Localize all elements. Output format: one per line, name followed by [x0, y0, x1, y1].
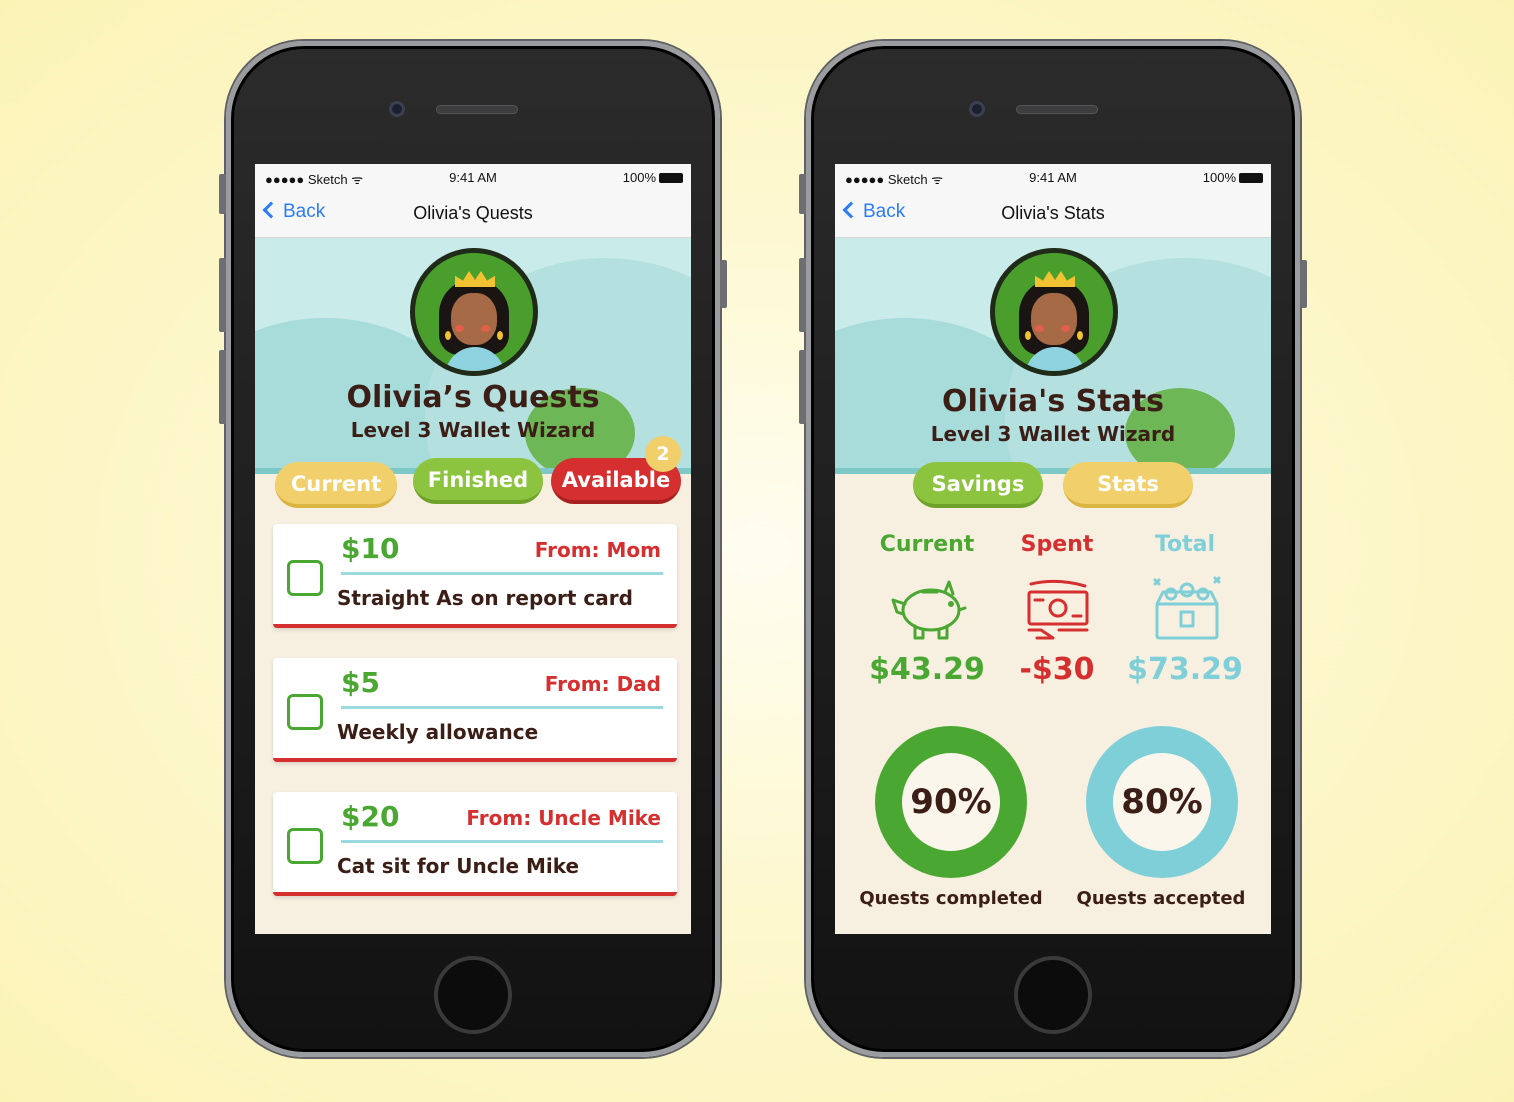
available-count-badge: 2	[645, 436, 681, 472]
volume-up-button	[219, 258, 226, 332]
power-button	[720, 260, 727, 308]
piggy-bank-icon	[891, 580, 967, 640]
quest-card[interactable]: $5 From: Dad Weekly allowance	[273, 658, 677, 762]
tab-current[interactable]: Current	[275, 462, 397, 508]
earpiece-speaker	[436, 105, 518, 114]
page-subtitle: Level 3 Wallet Wizard	[350, 418, 596, 442]
quest-card[interactable]: $20 From: Uncle Mike Cat sit for Uncle M…	[273, 792, 677, 896]
stat-label-spent: Spent	[1020, 532, 1094, 557]
quest-from: From: Mom	[534, 538, 661, 562]
stat-value-current: $43.29	[869, 652, 985, 687]
nav-bar: Back Olivia's Stats	[835, 190, 1271, 238]
home-button[interactable]	[1014, 956, 1092, 1034]
front-camera	[969, 101, 985, 117]
stat-value-total: $73.29	[1127, 652, 1243, 687]
stats-screen: ●●●●● Sketch ᯤ 9:41 AM 100% Back Olivia'…	[835, 164, 1271, 934]
status-bar: ●●●●● Sketch ᯤ 9:41 AM 100%	[255, 164, 691, 190]
quest-amount: $20	[341, 800, 400, 833]
quest-from: From: Uncle Mike	[466, 806, 661, 830]
quest-amount: $5	[341, 666, 380, 699]
quest-description: Straight As on report card	[337, 586, 633, 610]
home-button[interactable]	[434, 956, 512, 1034]
quest-amount: $10	[341, 532, 400, 565]
quest-from: From: Dad	[544, 672, 661, 696]
quest-description: Weekly allowance	[337, 720, 539, 744]
nav-bar: Back Olivia's Quests	[255, 190, 691, 238]
stat-value-spent: -$30	[1019, 652, 1095, 687]
status-bar: ●●●●● Sketch ᯤ 9:41 AM 100%	[835, 164, 1271, 190]
volume-down-button	[799, 350, 806, 424]
avatar	[410, 248, 538, 376]
quest-checkbox[interactable]	[287, 828, 323, 864]
quest-description: Cat sit for Uncle Mike	[337, 854, 580, 878]
phone-quests: ●●●●● Sketch ᯤ 9:41 AM 100% Back Olivia'…	[219, 41, 727, 1057]
phone-stats: ●●●●● Sketch ᯤ 9:41 AM 100% Back Olivia'…	[799, 41, 1307, 1057]
page-title: Olivia's Stats	[941, 384, 1165, 419]
volume-up-button	[799, 258, 806, 332]
earpiece-speaker	[1016, 105, 1098, 114]
battery-icon	[659, 173, 683, 183]
tab-finished[interactable]: Finished	[413, 458, 543, 504]
power-button	[1300, 260, 1307, 308]
ring-label-completed: Quests completed	[859, 888, 1043, 909]
tab-stats[interactable]: Stats	[1063, 462, 1193, 508]
page-subtitle: Level 3 Wallet Wizard	[930, 422, 1176, 446]
ring-value: 90%	[902, 753, 1000, 851]
ring-label-accepted: Quests accepted	[1076, 888, 1246, 909]
quests-completed-ring: 90%	[875, 726, 1027, 878]
treasure-chest-icon	[1153, 576, 1221, 640]
hero-banner: Olivia's Stats Level 3 Wallet Wizard	[835, 238, 1271, 474]
battery-icon	[1239, 173, 1263, 183]
quests-screen: ●●●●● Sketch ᯤ 9:41 AM 100% Back Olivia'…	[255, 164, 691, 934]
quest-checkbox[interactable]	[287, 694, 323, 730]
battery-indicator: 100%	[1203, 170, 1263, 185]
page-title: Olivia’s Quests	[346, 380, 600, 415]
nav-title: Olivia's Quests	[413, 203, 533, 223]
stat-label-current: Current	[879, 532, 975, 557]
mute-switch	[219, 174, 226, 214]
quest-card[interactable]: $10 From: Mom Straight As on report card	[273, 524, 677, 628]
avatar	[990, 248, 1118, 376]
ring-value: 80%	[1113, 753, 1211, 851]
mute-switch	[799, 174, 806, 214]
battery-indicator: 100%	[623, 170, 683, 185]
quest-checkbox[interactable]	[287, 560, 323, 596]
tab-savings[interactable]: Savings	[913, 462, 1043, 508]
money-spent-icon	[1027, 579, 1089, 640]
front-camera	[389, 101, 405, 117]
stat-label-total: Total	[1154, 532, 1216, 557]
hero-banner: Olivia’s Quests Level 3 Wallet Wizard	[255, 238, 691, 474]
volume-down-button	[219, 350, 226, 424]
quests-accepted-ring: 80%	[1086, 726, 1238, 878]
nav-title: Olivia's Stats	[1001, 203, 1105, 223]
